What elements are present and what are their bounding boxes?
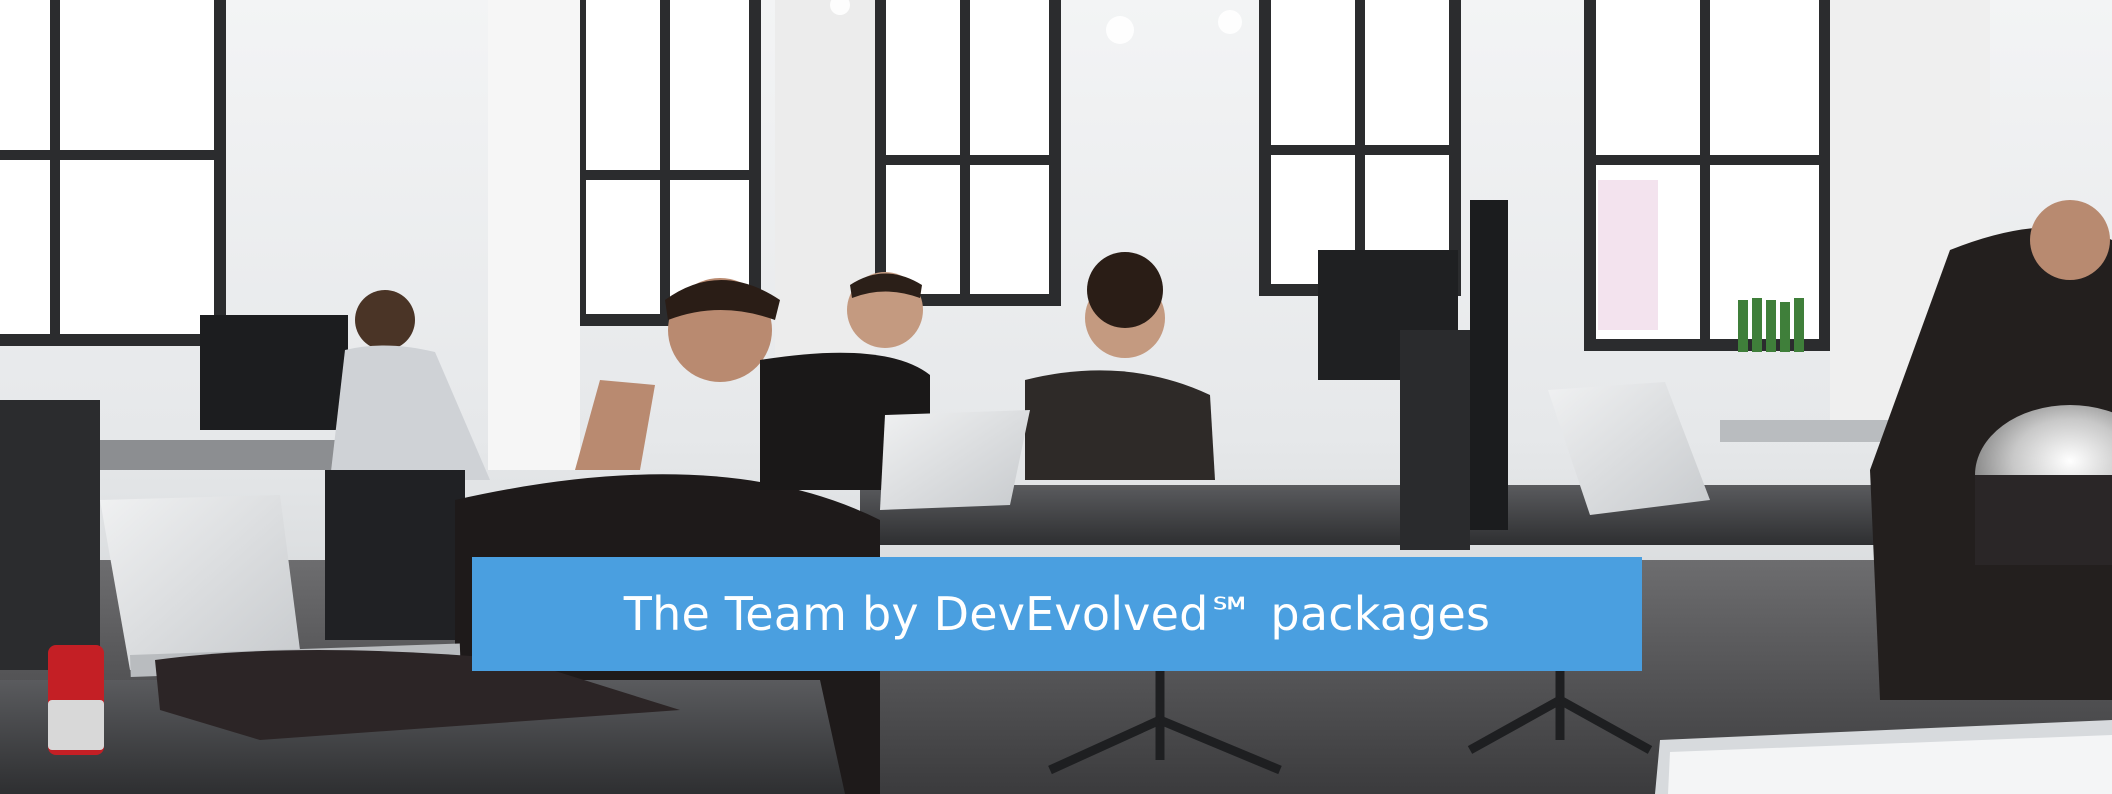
title-banner: The Team by DevEvolved℠ packages bbox=[472, 557, 1642, 671]
office-team-photo bbox=[0, 0, 2112, 794]
banner-title: The Team by DevEvolved℠ packages bbox=[623, 587, 1491, 641]
